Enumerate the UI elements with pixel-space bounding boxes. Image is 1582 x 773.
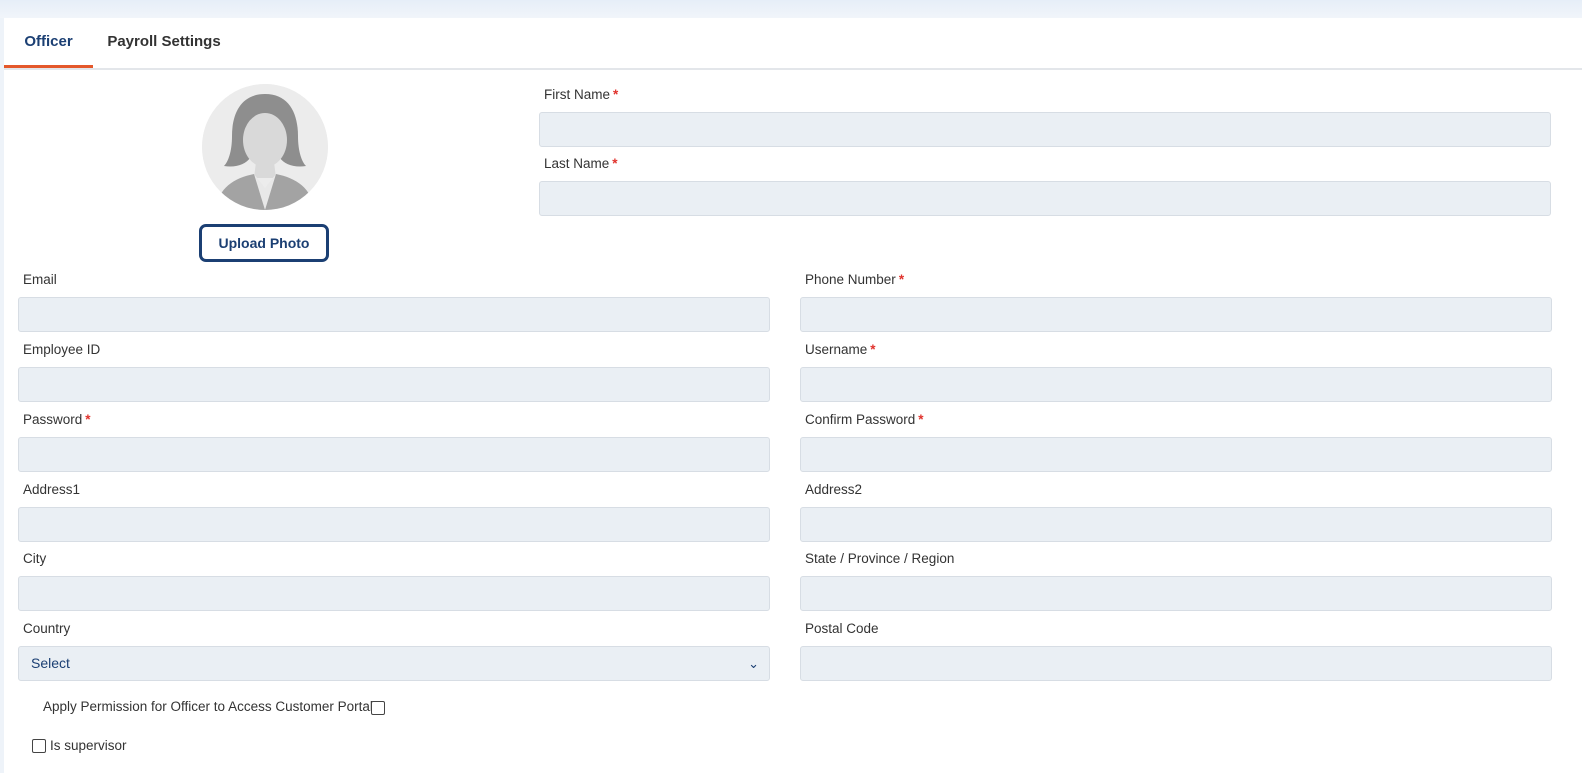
upload-photo-button[interactable]: Upload Photo: [199, 224, 329, 262]
employee-id-input[interactable]: [18, 367, 770, 402]
first-name-input[interactable]: [539, 112, 1551, 147]
phone-number-label: Phone Number *: [805, 272, 905, 287]
country-label: Country: [23, 621, 71, 636]
customer-portal-permission-checkbox[interactable]: [371, 701, 385, 715]
state-input[interactable]: [800, 576, 1552, 611]
chevron-down-icon: ⌄: [748, 656, 759, 671]
tab-bar: Officer Payroll Settings: [4, 18, 1582, 70]
postal-code-label: Postal Code: [805, 621, 879, 636]
username-label: Username *: [805, 342, 876, 357]
username-input[interactable]: [800, 367, 1552, 402]
required-marker: *: [918, 412, 924, 427]
email-label: Email: [23, 272, 57, 287]
phone-number-input[interactable]: [800, 297, 1552, 332]
city-label: City: [23, 551, 47, 566]
address2-input[interactable]: [800, 507, 1552, 542]
tab-officer[interactable]: Officer: [4, 18, 93, 68]
required-marker: *: [612, 156, 618, 171]
postal-code-input[interactable]: [800, 646, 1552, 681]
country-selected-value: Select: [31, 655, 70, 671]
first-name-label: First Name *: [544, 87, 619, 102]
state-label: State / Province / Region: [805, 551, 955, 566]
tab-payroll-settings[interactable]: Payroll Settings: [102, 18, 226, 66]
required-marker: *: [85, 412, 91, 427]
password-label: Password *: [23, 412, 91, 427]
required-marker: *: [870, 342, 876, 357]
last-name-label: Last Name *: [544, 156, 618, 171]
avatar-placeholder-icon: [202, 84, 328, 210]
officer-form-card: Officer Payroll Settings Upload Photo Fi…: [4, 18, 1582, 773]
confirm-password-label: Confirm Password *: [805, 412, 924, 427]
address1-label: Address1: [23, 482, 81, 497]
address1-input[interactable]: [18, 507, 770, 542]
email-input[interactable]: [18, 297, 770, 332]
is-supervisor-label: Is supervisor: [50, 738, 127, 753]
confirm-password-input[interactable]: [800, 437, 1552, 472]
city-input[interactable]: [18, 576, 770, 611]
last-name-input[interactable]: [539, 181, 1551, 216]
required-marker: *: [613, 87, 619, 102]
country-select[interactable]: Select ⌄: [18, 646, 770, 681]
employee-id-label: Employee ID: [23, 342, 101, 357]
required-marker: *: [898, 272, 905, 287]
address2-label: Address2: [805, 482, 863, 497]
top-band: [0, 0, 1582, 18]
password-input[interactable]: [18, 437, 770, 472]
customer-portal-permission-label: Apply Permission for Officer to Access C…: [43, 699, 373, 714]
is-supervisor-checkbox[interactable]: [32, 739, 46, 753]
